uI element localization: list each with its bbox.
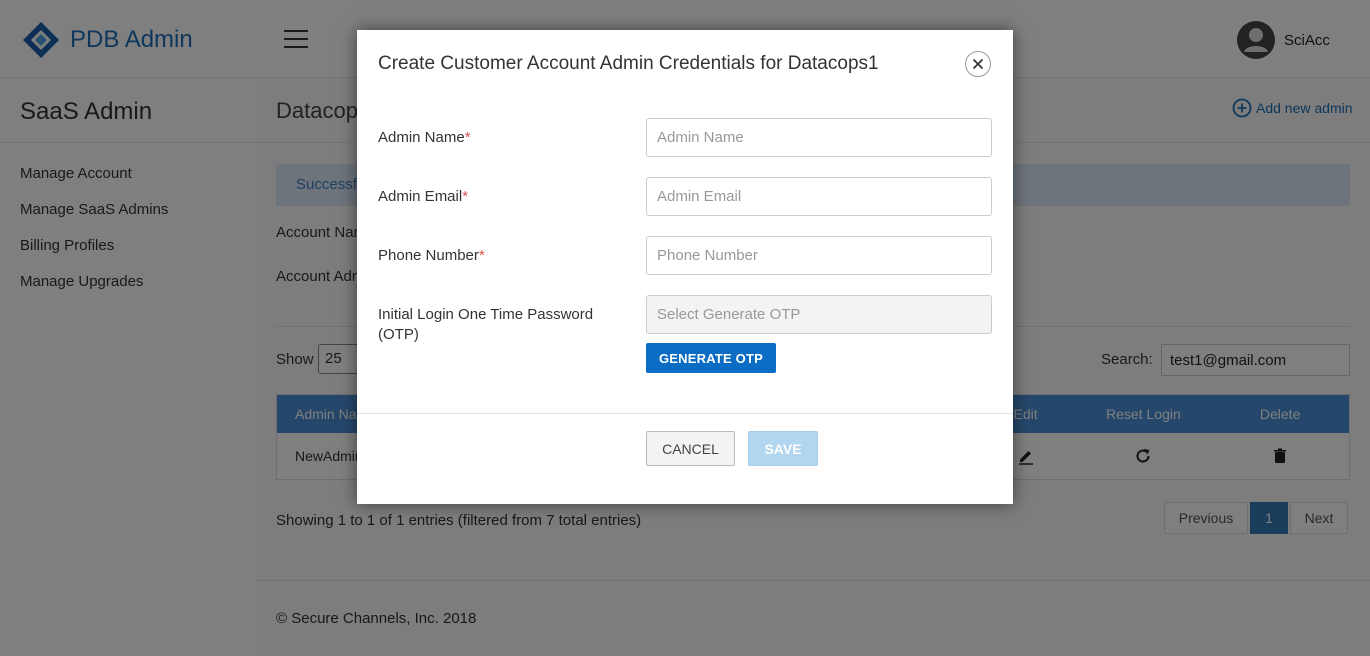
otp-label: Initial Login One Time Password (OTP) xyxy=(378,306,594,343)
admin-email-input[interactable] xyxy=(646,177,992,216)
modal-close-button[interactable] xyxy=(965,51,991,77)
admin-name-label: Admin Name* xyxy=(378,128,618,148)
phone-number-input[interactable] xyxy=(646,236,992,275)
admin-name-label-text: Admin Name xyxy=(378,129,465,146)
admin-email-label-text: Admin Email xyxy=(378,188,463,205)
create-admin-modal: Create Customer Account Admin Credential… xyxy=(357,30,1013,504)
generate-otp-button[interactable]: GENERATE OTP xyxy=(646,343,776,373)
close-icon xyxy=(972,58,984,70)
phone-number-label: Phone Number* xyxy=(378,246,618,266)
admin-email-label: Admin Email* xyxy=(378,187,618,207)
admin-name-input[interactable] xyxy=(646,118,992,157)
required-marker: * xyxy=(462,188,469,205)
required-marker: * xyxy=(478,247,485,264)
cancel-button[interactable]: CANCEL xyxy=(646,431,735,466)
modal-title: Create Customer Account Admin Credential… xyxy=(378,53,879,74)
otp-input xyxy=(646,295,992,334)
save-button[interactable]: SAVE xyxy=(748,431,818,466)
required-marker: * xyxy=(464,129,471,146)
modal-footer-divider xyxy=(357,413,1013,414)
phone-number-label-text: Phone Number xyxy=(378,247,479,264)
